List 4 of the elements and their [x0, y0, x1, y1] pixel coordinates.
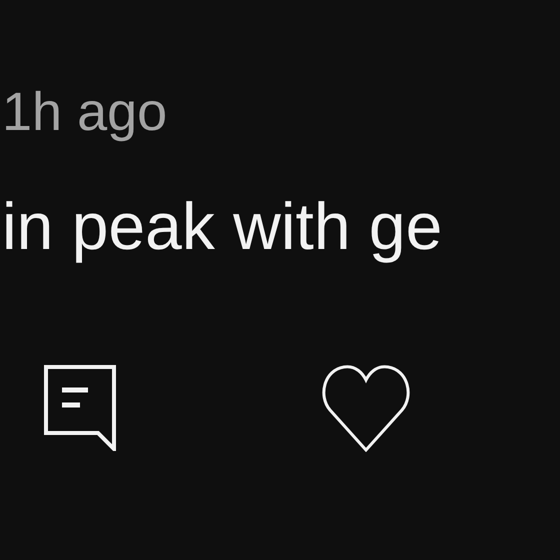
timestamp: 1h ago	[2, 82, 168, 142]
comment-icon[interactable]	[44, 365, 116, 451]
post-text: in peak with ge	[2, 189, 442, 263]
heart-icon[interactable]	[322, 364, 410, 452]
